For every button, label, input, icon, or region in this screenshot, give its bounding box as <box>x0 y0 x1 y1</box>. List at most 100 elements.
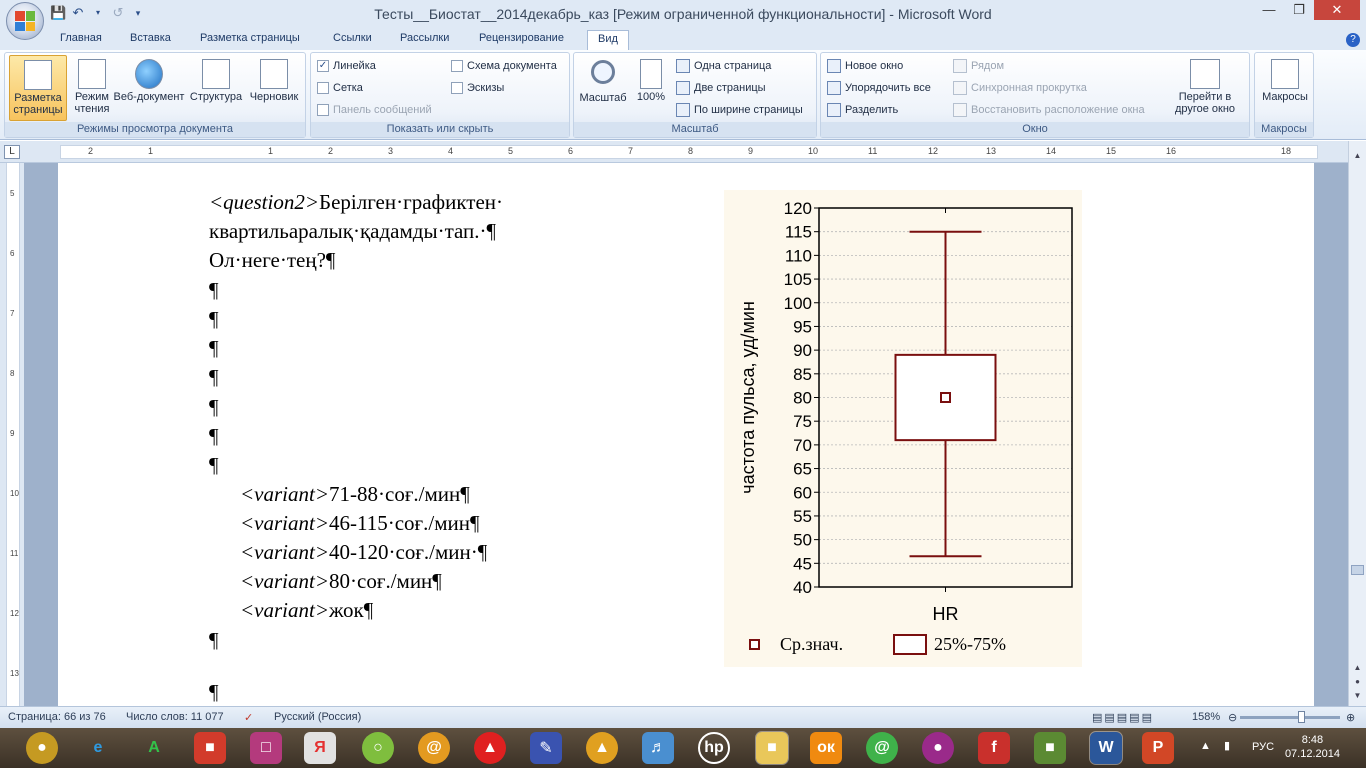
variant-line[interactable]: <variant>46-115·соғ./мин¶ <box>240 511 480 536</box>
tab-review[interactable]: Рецензирование <box>479 32 564 44</box>
variant-line[interactable]: <variant>80·соғ./мин¶ <box>240 569 442 594</box>
next-page-icon[interactable]: ▼ <box>1351 689 1364 702</box>
tab-home[interactable]: Главная <box>60 32 102 44</box>
one-page-button[interactable]: Одна страница <box>676 57 771 75</box>
question-line-2[interactable]: квартильаралық·қадамды·тап.·¶ <box>209 219 496 244</box>
new-window-button[interactable]: Новое окно <box>827 57 903 75</box>
tab-references[interactable]: Ссылки <box>333 32 372 44</box>
tab-view[interactable]: Вид <box>587 30 629 51</box>
empty-paragraph[interactable]: ¶ <box>209 307 219 332</box>
minimize-button[interactable]: — <box>1254 0 1284 20</box>
tab-mailings[interactable]: Рассылки <box>400 32 449 44</box>
apex-app-icon[interactable]: A <box>138 732 170 764</box>
disk-app-icon[interactable]: ○ <box>362 732 394 764</box>
empty-paragraph[interactable]: ¶ <box>209 395 219 420</box>
ruler-strip[interactable]: 2 1 1 2 3 4 5 6 7 8 9 10 11 12 13 14 15 16 18 <box>60 145 1318 159</box>
view-buttons-icon[interactable]: ▤▤▤▤▤ <box>1092 711 1154 724</box>
powerpoint-icon[interactable]: P <box>1142 732 1174 764</box>
pen-app-icon[interactable]: ✎ <box>530 732 562 764</box>
reading-mode-icon <box>78 59 106 89</box>
outline-button[interactable]: Структура <box>187 55 245 121</box>
two-pages-button[interactable]: Две страницы <box>676 79 766 97</box>
internet-explorer-icon[interactable]: e <box>82 732 114 764</box>
close-button[interactable]: ✕ <box>1314 0 1360 20</box>
draft-button[interactable]: Черновик <box>245 55 303 121</box>
reset-window-position-button[interactable]: Восстановить расположение окна <box>953 101 1145 119</box>
web-layout-button[interactable]: Веб-документ <box>111 55 187 121</box>
switch-windows-button[interactable]: Перейти в другое окно <box>1165 55 1245 121</box>
document-map-checkbox[interactable]: Схема документа <box>451 57 557 75</box>
zoom-out-icon[interactable]: ⊖ <box>1228 711 1237 724</box>
file-explorer-icon[interactable]: ■ <box>755 731 789 765</box>
variant-line[interactable]: <variant>40-120·соғ./мин·¶ <box>240 540 487 565</box>
question-line-3[interactable]: Ол·неге·тең?¶ <box>209 248 335 273</box>
odnoklassniki-icon[interactable]: ок <box>810 732 842 764</box>
page-width-button[interactable]: По ширине страницы <box>676 101 803 119</box>
clock[interactable]: 8:48 07.12.2014 <box>1285 733 1340 761</box>
sync-scroll-button[interactable]: Синхронная прокрутка <box>953 79 1087 97</box>
zoom-button[interactable]: Масштаб <box>576 55 630 121</box>
empty-paragraph[interactable]: ¶ <box>209 424 219 449</box>
yandex-icon[interactable]: Я <box>304 732 336 764</box>
zoom-level[interactable]: 158% <box>1192 711 1220 723</box>
puzzle-app-icon[interactable]: ■ <box>194 732 226 764</box>
empty-paragraph[interactable]: ¶ <box>209 336 219 361</box>
battery-icon[interactable]: ▮ <box>1224 739 1230 752</box>
arrange-all-button[interactable]: Упорядочить все <box>827 79 931 97</box>
empty-paragraph[interactable]: ¶ <box>209 680 219 705</box>
page-count[interactable]: Страница: 66 из 76 <box>8 711 106 723</box>
icq-icon[interactable]: @ <box>866 732 898 764</box>
tab-insert[interactable]: Вставка <box>130 32 171 44</box>
vlc-app-icon[interactable]: ▲ <box>586 732 618 764</box>
zoom-in-icon[interactable]: ⊕ <box>1346 711 1355 724</box>
language-indicator[interactable]: Русский (Россия) <box>274 711 361 723</box>
scroll-thumb[interactable] <box>1351 565 1364 575</box>
media-player-icon[interactable]: ● <box>26 732 58 764</box>
macros-button[interactable]: Макросы <box>1257 55 1313 121</box>
tab-selector-button[interactable]: L <box>4 145 20 159</box>
document-page[interactable] <box>58 163 1314 706</box>
mail-app-icon[interactable]: @ <box>418 732 450 764</box>
boxplot-chart[interactable]: 40 45 50 55 60 65 70 75 80 85 90 95 100 105 110 115 120 H… <box>724 190 1082 667</box>
minecraft-icon[interactable]: ■ <box>1034 732 1066 764</box>
grid-checkbox[interactable]: Сетка <box>317 79 363 97</box>
question-line-1[interactable]: <question2>Берілген·графиктен· <box>209 190 503 215</box>
hp-icon[interactable]: hp <box>698 732 730 764</box>
zoom-slider[interactable] <box>1240 711 1340 723</box>
empty-paragraph[interactable]: ¶ <box>209 365 219 390</box>
side-by-side-button[interactable]: Рядом <box>953 57 1004 75</box>
thumbnails-checkbox[interactable]: Эскизы <box>451 79 504 97</box>
variant-line[interactable]: <variant>жок¶ <box>240 598 373 623</box>
word-icon[interactable]: W <box>1089 731 1123 765</box>
print-layout-button[interactable]: Разметка страницы <box>9 55 67 121</box>
vertical-ruler-strip[interactable]: 5 6 7 8 9 10 11 12 13 <box>6 163 20 706</box>
flash-icon[interactable]: f <box>978 732 1010 764</box>
empty-paragraph[interactable]: ¶ <box>209 628 219 653</box>
split-button[interactable]: Разделить <box>827 101 898 119</box>
browse-object-icon[interactable]: ● <box>1351 675 1364 688</box>
empty-paragraph[interactable]: ¶ <box>209 278 219 303</box>
full-screen-reading-button[interactable]: Режим чтения <box>67 55 117 121</box>
empty-paragraph[interactable]: ¶ <box>209 453 219 478</box>
zoom-100-button[interactable]: 100% <box>630 55 672 121</box>
help-icon[interactable]: ? <box>1346 33 1360 47</box>
presentation-app-icon[interactable]: □ <box>250 732 282 764</box>
vertical-scrollbar[interactable]: ▲ ▲ ● ▼ <box>1348 141 1366 706</box>
ruler-checkbox[interactable]: ✓ Линейка <box>317 57 376 75</box>
checkbox-empty-icon <box>317 82 329 94</box>
keyboard-language[interactable]: РУС <box>1252 741 1274 753</box>
word-count[interactable]: Число слов: 11 077 <box>126 711 224 723</box>
show-hidden-icons-icon[interactable]: ▲ <box>1200 740 1211 752</box>
variant-line[interactable]: <variant>71-88·соғ./мин¶ <box>240 482 470 507</box>
office-button[interactable] <box>6 2 44 40</box>
previous-page-icon[interactable]: ▲ <box>1351 661 1364 674</box>
scroll-up-arrow-icon[interactable]: ▲ <box>1351 149 1364 162</box>
zoom-slider-thumb[interactable] <box>1298 711 1305 723</box>
firefox-icon[interactable]: ● <box>922 732 954 764</box>
spellcheck-icon[interactable]: ✓ <box>244 711 253 724</box>
message-bar-checkbox[interactable]: Панель сообщений <box>317 101 432 119</box>
speaker-icon[interactable]: ♬ <box>642 732 674 764</box>
restore-button[interactable]: ❐ <box>1284 0 1314 20</box>
tab-page-layout[interactable]: Разметка страницы <box>200 32 300 44</box>
yandex-browser-icon[interactable]: ▲ <box>474 732 506 764</box>
